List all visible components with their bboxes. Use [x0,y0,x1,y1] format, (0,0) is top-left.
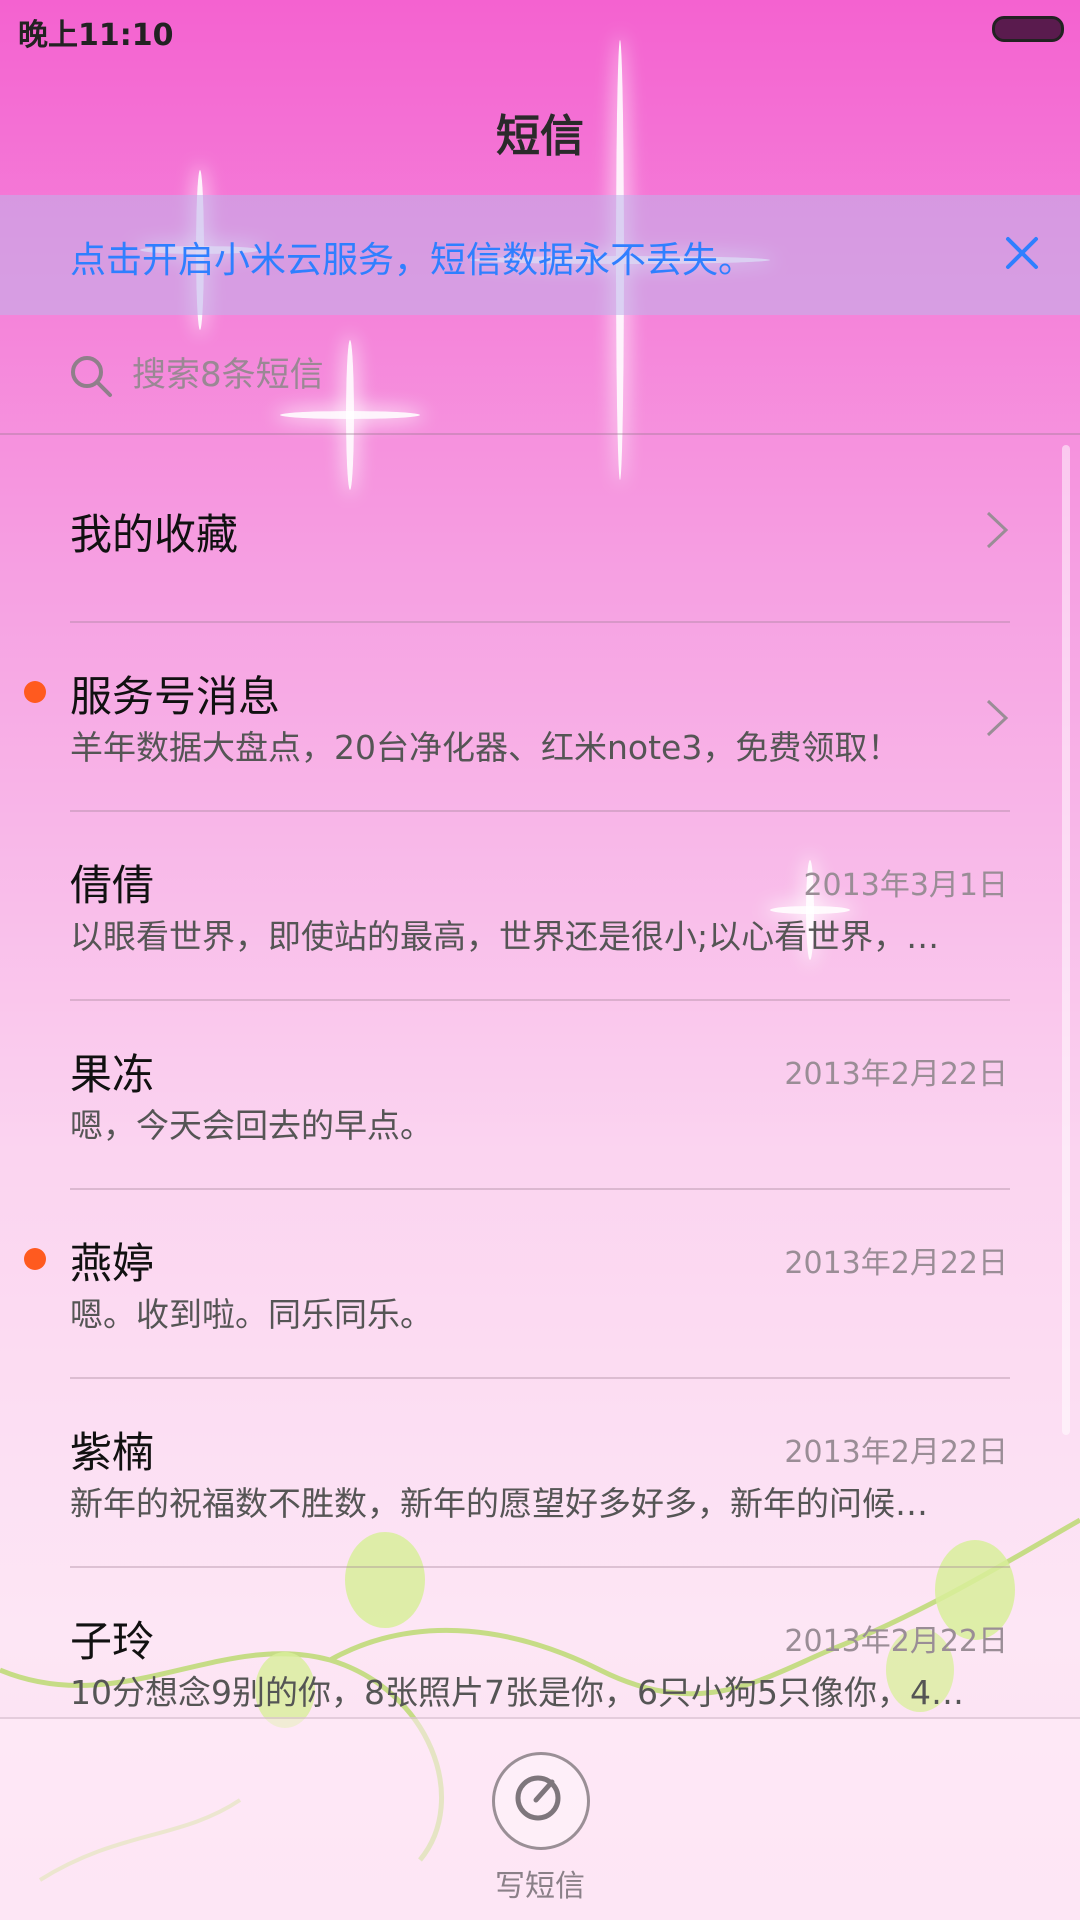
conversation-preview: 嗯。收到啦。同乐同乐。 [70,1295,433,1334]
search-input[interactable] [130,349,834,401]
conversation-row[interactable]: 倩倩 2013年3月1日 以眼看世界，即使站的最高，世界还是很小;以心看世界，… [0,812,1080,1001]
conversation-date: 2013年2月22日 [784,1624,1008,1659]
search-icon [71,356,112,397]
compose-label: 写短信 [495,1869,585,1904]
conversation-date: 2013年2月22日 [784,1246,1008,1281]
favorites-label: 我的收藏 [70,510,239,559]
search-bar[interactable] [0,315,1080,435]
bottom-bar: 写短信 [0,1717,1080,1920]
favorites-row[interactable]: 我的收藏 [0,435,1080,623]
cloud-banner-text[interactable]: 点击开启小米云服务，短信数据永不丢失。 [70,231,754,283]
conversation-name: 子玲 [70,1617,155,1666]
conversation-preview: 羊年数据大盘点，20台净化器、红米note3，免费领取！ [70,728,901,767]
conversation-preview: 10分想念9别的你，8张照片7张是你，6只小狗5只像你，4… [70,1673,964,1712]
conversation-row[interactable]: 服务号消息 羊年数据大盘点，20台净化器、红米note3，免费领取！ [0,623,1080,812]
status-bar: 晚上11:10 [0,0,1080,60]
cloud-service-banner[interactable]: 点击开启小米云服务，短信数据永不丢失。 [0,195,1080,315]
conversation-row[interactable]: 燕婷 2013年2月22日 嗯。收到啦。同乐同乐。 [0,1190,1080,1379]
chevron-right-icon [986,511,1009,549]
unread-dot [24,1248,46,1270]
conversation-row[interactable]: 紫楠 2013年2月22日 新年的祝福数不胜数，新年的愿望好多好多，新年的问候… [0,1379,1080,1568]
chevron-right-icon [986,699,1009,737]
battery-icon [992,16,1064,42]
compose-button[interactable] [492,1752,590,1850]
close-icon[interactable] [994,225,1050,281]
page-title: 短信 [496,111,584,162]
conversation-date: 2013年3月1日 [803,868,1008,903]
unread-dot [24,681,46,703]
sms-app-screen: 晚上11:10 短信 点击开启小米云服务，短信数据永不丢失。 我的收藏 服务号消… [0,0,1080,1920]
conversation-preview: 新年的祝福数不胜数，新年的愿望好多好多，新年的问候… [70,1484,928,1523]
conversation-preview: 以眼看世界，即使站的最高，世界还是很小;以心看世界，… [70,917,940,956]
status-time: 晚上11:10 [18,18,174,53]
conversation-name: 紫楠 [70,1428,155,1477]
conversation-preview: 嗯，今天会回去的早点。 [70,1106,433,1145]
conversation-date: 2013年2月22日 [784,1057,1008,1092]
conversation-list: 我的收藏 服务号消息 羊年数据大盘点，20台净化器、红米note3，免费领取！ … [0,435,1080,1757]
conversation-name: 倩倩 [70,861,155,910]
conversation-name: 果冻 [70,1050,155,1099]
conversation-name: 服务号消息 [70,672,281,721]
compose-icon [515,1775,561,1821]
conversation-name: 燕婷 [70,1239,155,1288]
scrollbar[interactable] [1062,445,1070,1435]
conversation-date: 2013年2月22日 [784,1435,1008,1470]
conversation-row[interactable]: 果冻 2013年2月22日 嗯，今天会回去的早点。 [0,1001,1080,1190]
